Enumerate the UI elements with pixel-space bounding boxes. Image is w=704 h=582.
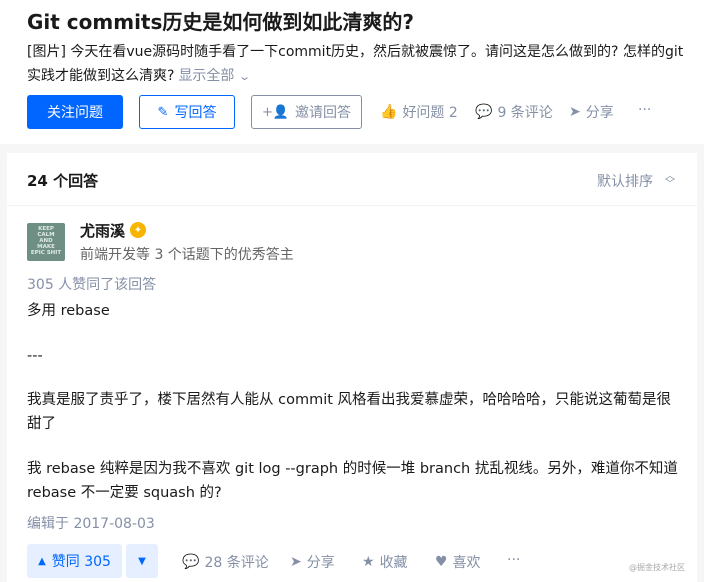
answer-card: 24 个回答 默认排序 ︿ ﹀ KEEP CALM AND MAKE EPIC S…: [7, 153, 697, 582]
follow-question-label: 关注问题: [47, 105, 103, 121]
votes-note: 305 人赞同了该回答: [27, 277, 157, 293]
heart-icon: ♥: [435, 554, 448, 570]
answer-more-button[interactable]: ···: [507, 552, 520, 568]
more-icon: ···: [638, 102, 652, 118]
sort-dropdown[interactable]: 默认排序 ︿ ﹀: [597, 171, 675, 191]
like-button[interactable]: ♥ 喜欢: [435, 552, 481, 572]
thumbs-up-icon: 👍: [380, 104, 398, 120]
paper-plane-icon: ➤: [290, 554, 302, 570]
collect-button[interactable]: ★ 收藏: [362, 552, 408, 572]
question-more-button[interactable]: ···: [638, 102, 651, 118]
comment-icon: 💬: [475, 104, 493, 120]
question-share-label: 分享: [585, 105, 614, 121]
paper-plane-icon: ➤: [569, 104, 581, 120]
upvote-label: 赞同 305: [51, 554, 111, 570]
show-all-link[interactable]: 显示全部 ⌄: [178, 68, 251, 84]
avatar-text-line: EPIC SHIT: [30, 250, 62, 256]
answer-share-label: 分享: [306, 555, 335, 571]
triangle-down-icon: ▼: [138, 555, 146, 567]
good-question-button[interactable]: 👍 好问题 2: [380, 102, 458, 122]
question-share-button[interactable]: ➤ 分享: [569, 102, 614, 122]
answer-paragraph: 我 rebase 纯粹是因为我不喜欢 git log --graph 的时候一堆…: [27, 461, 678, 501]
comment-icon: 💬: [182, 554, 200, 570]
excellent-answerer-badge-icon[interactable]: ✦: [130, 222, 146, 238]
answers-header: 24 个回答 默认排序 ︿ ﹀: [7, 153, 697, 206]
answer-paragraph: 我真是服了责乎了，楼下居然有人能从 commit 风格看出我爱慕虚荣，哈哈哈哈，…: [27, 392, 672, 432]
pencil-icon: ✎: [157, 104, 169, 120]
answer-paragraph: 多用 rebase: [27, 303, 110, 319]
answer-paragraph: ---: [27, 348, 43, 364]
author-description: 前端开发等 3 个话题下的优秀答主: [80, 247, 294, 263]
question-excerpt-text: [图片] 今天在看vue源码时随手看了一下commit历史，然后就被震惊了。请问…: [27, 44, 684, 84]
question-title[interactable]: Git commits历史是如何做到如此清爽的?: [27, 6, 414, 35]
more-icon: ···: [507, 552, 521, 568]
watermark: @掘金技术社区: [629, 563, 685, 572]
question-comments-button[interactable]: 💬 9 条评论: [475, 102, 553, 122]
avatar[interactable]: KEEP CALM AND MAKE EPIC SHIT: [27, 223, 65, 261]
upvote-button[interactable]: ▲ 赞同 305: [27, 544, 122, 578]
invite-answer-label: 邀请回答: [295, 105, 352, 121]
answers-count: 24 个回答: [27, 172, 99, 190]
add-user-icon: +👤: [261, 104, 290, 120]
answer-share-button[interactable]: ➤ 分享: [290, 552, 335, 572]
question-comments-label: 9 条评论: [497, 105, 553, 121]
follow-question-button[interactable]: 关注问题: [27, 95, 123, 129]
edit-date[interactable]: 编辑于 2017-08-03: [27, 513, 155, 533]
write-answer-label: 写回答: [174, 105, 217, 121]
answer-comments-label: 28 条评论: [204, 555, 269, 571]
like-label: 喜欢: [452, 555, 481, 571]
chevron-down-icon: ⌄: [238, 70, 252, 83]
star-icon: ★: [362, 554, 375, 570]
good-question-label: 好问题 2: [402, 105, 458, 121]
write-answer-button[interactable]: ✎ 写回答: [139, 95, 235, 129]
downvote-button[interactable]: ▼: [126, 544, 158, 578]
author-name[interactable]: 尤雨溪: [80, 220, 125, 241]
triangle-up-icon: ▲: [38, 555, 46, 567]
answer-comments-button[interactable]: 💬 28 条评论: [182, 552, 269, 572]
collect-label: 收藏: [379, 555, 408, 571]
question-excerpt: [图片] 今天在看vue源码时随手看了一下commit历史，然后就被震惊了。请问…: [27, 40, 692, 89]
question-card: Git commits历史是如何做到如此清爽的? [图片] 今天在看vue源码时…: [0, 0, 704, 144]
show-all-label: 显示全部: [178, 68, 235, 84]
sort-arrows-icon: ︿ ﹀: [665, 171, 675, 190]
sort-label: 默认排序: [597, 174, 653, 190]
invite-answer-button[interactable]: +👤 邀请回答: [251, 95, 362, 129]
